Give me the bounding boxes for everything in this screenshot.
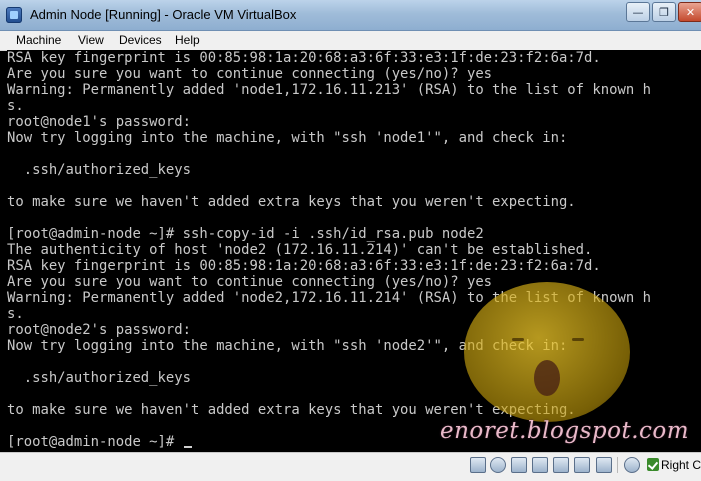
- status-bar: Right Ctrl: [0, 452, 701, 481]
- terminal-line: root@node1's password:: [7, 114, 191, 130]
- video-capture-icon[interactable]: [596, 457, 612, 473]
- display-icon[interactable]: [574, 457, 590, 473]
- window-titlebar[interactable]: Admin Node [Running] - Oracle VM Virtual…: [0, 0, 701, 31]
- terminal-prompt-line[interactable]: [root@admin-node ~]#: [7, 434, 192, 450]
- terminal-line: Are you sure you want to continue connec…: [7, 274, 493, 290]
- network-icon[interactable]: [553, 457, 569, 473]
- terminal-cursor: [183, 446, 192, 448]
- host-key-icon: [647, 458, 659, 471]
- menu-help[interactable]: Help: [175, 33, 200, 47]
- mouse-integration-icon[interactable]: [624, 457, 640, 473]
- terminal-line: Now try logging into the machine, with "…: [7, 130, 568, 146]
- terminal-line: .ssh/authorized_keys: [7, 162, 191, 178]
- terminal-line: Are you sure you want to continue connec…: [7, 66, 493, 82]
- minimize-button[interactable]: —: [626, 2, 650, 22]
- terminal-line: Warning: Permanently added 'node2,172.16…: [7, 290, 651, 306]
- terminal-line: s.: [7, 306, 24, 322]
- maximize-button[interactable]: ❐: [652, 2, 676, 22]
- virtualbox-icon: [6, 7, 22, 23]
- shared-folders-icon[interactable]: [532, 457, 548, 473]
- terminal-prompt: [root@admin-node ~]#: [7, 434, 183, 450]
- host-key-label[interactable]: Right Ctrl: [661, 458, 701, 472]
- terminal-line: Now try logging into the machine, with "…: [7, 338, 568, 354]
- menu-bar: Machine View Devices Help: [0, 31, 701, 51]
- terminal-line: Warning: Permanently added 'node1,172.16…: [7, 82, 651, 98]
- watermark-text: enoret.blogspot.com: [440, 418, 690, 444]
- menu-view[interactable]: View: [78, 33, 104, 47]
- menu-machine[interactable]: Machine: [16, 33, 61, 47]
- usb-icon[interactable]: [511, 457, 527, 473]
- close-button[interactable]: ✕: [678, 2, 701, 22]
- terminal-line: root@node2's password:: [7, 322, 191, 338]
- terminal-line: .ssh/authorized_keys: [7, 370, 191, 386]
- terminal-line: to make sure we haven't added extra keys…: [7, 194, 576, 210]
- terminal-line: to make sure we haven't added extra keys…: [7, 402, 576, 418]
- terminal-line: The authenticity of host 'node2 (172.16.…: [7, 242, 593, 258]
- terminal-line: [root@admin-node ~]# ssh-copy-id -i .ssh…: [7, 226, 484, 242]
- vm-console-screen[interactable]: RSA key fingerprint is 00:85:98:1a:20:68…: [7, 50, 701, 452]
- hard-disk-icon[interactable]: [470, 457, 486, 473]
- terminal-line: RSA key fingerprint is 00:85:98:1a:20:68…: [7, 50, 601, 66]
- menu-devices[interactable]: Devices: [119, 33, 162, 47]
- optical-drive-icon[interactable]: [490, 457, 506, 473]
- terminal-line: RSA key fingerprint is 00:85:98:1a:20:68…: [7, 258, 601, 274]
- window-title: Admin Node [Running] - Oracle VM Virtual…: [30, 7, 297, 22]
- terminal-line: s.: [7, 98, 24, 114]
- status-separator: [617, 457, 618, 473]
